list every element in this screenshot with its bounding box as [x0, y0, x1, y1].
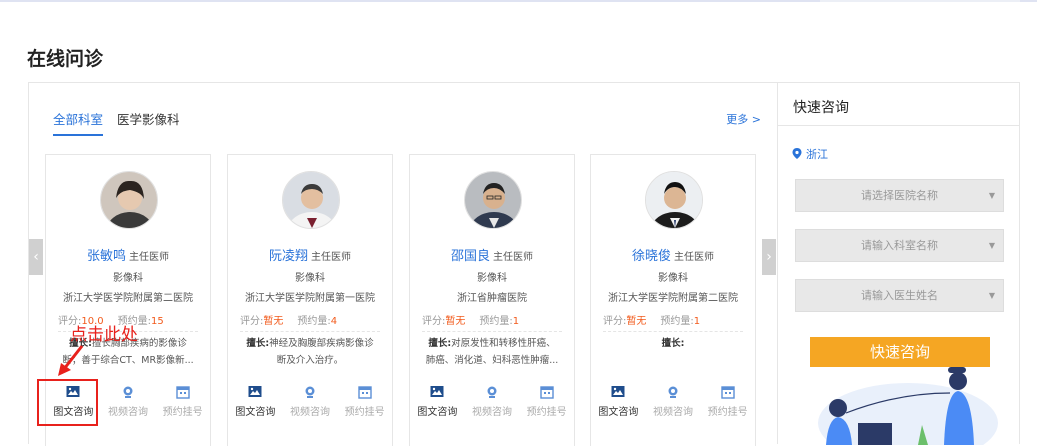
consultation-illustration — [818, 367, 998, 445]
doctor-hospital: 浙江大学医学院附属第一医院 — [245, 293, 375, 304]
more-link[interactable]: 更多 > — [726, 111, 761, 127]
caret-down-icon: ▼ — [988, 291, 995, 300]
rating-value: 暂无 — [263, 316, 284, 327]
caret-down-icon: ▼ — [988, 241, 995, 250]
department-input[interactable]: 请输入科室名称 ▼ — [795, 229, 1004, 262]
location-label: 浙江 — [806, 148, 828, 161]
calendar-icon — [357, 386, 372, 399]
booking-count: 15 — [151, 316, 164, 327]
doctor-department: 影像科 — [295, 273, 325, 284]
hospital-select[interactable]: 请选择医院名称 ▼ — [795, 179, 1004, 212]
doctor-avatar — [282, 171, 340, 229]
doctor-specialty: 擅长: — [661, 338, 685, 349]
book-appointment-button[interactable]: 预约挂号 — [700, 385, 755, 427]
image-text-consult-button[interactable]: 图文咨询 — [591, 385, 646, 427]
book-appointment-button[interactable]: 预约挂号 — [337, 385, 392, 427]
rating-value: 暂无 — [445, 316, 466, 327]
booking-count: 1 — [693, 316, 701, 327]
doctor-name[interactable]: 邵国良 — [451, 249, 490, 264]
service-bar: 图文咨询 视频咨询 预约挂号 — [410, 385, 574, 427]
doctor-department: 影像科 — [658, 273, 688, 284]
doctor-title: 主任医师 — [129, 252, 169, 263]
booking-count: 4 — [330, 316, 338, 327]
image-text-consult-button[interactable]: 图文咨询 — [410, 385, 465, 427]
doctor-name[interactable]: 张敏鸣 — [87, 249, 126, 264]
doctor-avatar — [645, 171, 703, 229]
caret-down-icon: ▼ — [988, 191, 995, 200]
carousel-prev-button[interactable]: ‹ — [29, 239, 43, 275]
video-consult-button[interactable]: 视频咨询 — [646, 385, 701, 427]
dept-tabs: 全部科室 医学影像科 — [53, 109, 180, 136]
doctor-stats: 评分:暂无 预约量:1 — [603, 312, 743, 332]
service-bar: 图文咨询 视频咨询 预约挂号 — [591, 385, 755, 427]
tab-medical-imaging[interactable]: 医学影像科 — [117, 109, 180, 128]
doctor-card[interactable]: 阮凌翔 主任医师 影像科 浙江大学医学院附属第一医院 评分:暂无 预约量:4 擅长:… — [227, 154, 393, 446]
red-arrow-icon — [58, 345, 84, 376]
doctor-hospital: 浙江大学医学院附属第二医院 — [63, 293, 193, 304]
doctor-stats: 评分:暂无 预约量:1 — [422, 312, 562, 332]
booking-count: 1 — [512, 316, 520, 327]
image-icon — [430, 386, 444, 397]
doctor-name[interactable]: 徐晓俊 — [632, 249, 671, 264]
side-divider — [778, 125, 1019, 126]
video-consult-button[interactable]: 视频咨询 — [465, 385, 520, 427]
camera-icon — [123, 386, 133, 398]
doctor-hospital: 浙江大学医学院附属第二医院 — [608, 293, 738, 304]
service-bar: 图文咨询 视频咨询 预约挂号 — [228, 385, 392, 427]
doctor-name[interactable]: 阮凌翔 — [269, 249, 308, 264]
doctor-title: 主任医师 — [311, 252, 351, 263]
tab-all-departments[interactable]: 全部科室 — [53, 109, 104, 136]
top-divider — [0, 0, 1037, 2]
rating-value: 暂无 — [626, 316, 647, 327]
book-appointment-button[interactable]: 预约挂号 — [519, 385, 574, 427]
calendar-icon — [539, 386, 554, 399]
page-title: 在线问诊 — [27, 48, 104, 70]
doctor-department: 影像科 — [477, 273, 507, 284]
doctor-card[interactable]: 徐晓俊 主任医师 影像科 浙江大学医学院附属第二医院 评分:暂无 预约量:1 擅长:… — [590, 154, 756, 446]
image-icon — [248, 386, 262, 397]
doctor-card[interactable]: 邵国良 主任医师 影像科 浙江省肿瘤医院 评分:暂无 预约量:1 擅长:对原发性和转… — [409, 154, 575, 446]
doctor-panel: 全部科室 医学影像科 更多 > ‹ › 张敏鸣 主任医师 影像科 浙江大学医学院附… — [28, 82, 777, 446]
doctor-department: 影像科 — [113, 273, 143, 284]
camera-icon — [487, 386, 497, 398]
location-selector[interactable]: 浙江 — [792, 146, 828, 162]
carousel-next-button[interactable]: › — [762, 239, 776, 275]
click-here-annotation: 点击此处 — [70, 325, 138, 345]
calendar-icon — [175, 386, 190, 399]
location-pin-icon — [792, 148, 802, 159]
doctor-specialty: 擅长:神经及胸腹部疾病影像诊 断及介入治疗。 — [246, 338, 374, 366]
book-appointment-button[interactable]: 预约挂号 — [155, 385, 210, 427]
video-consult-button[interactable]: 视频咨询 — [283, 385, 338, 427]
image-icon — [611, 386, 625, 397]
image-text-consult-button[interactable]: 图文咨询 — [228, 385, 283, 427]
doctor-stats: 评分:暂无 预约量:4 — [240, 312, 380, 332]
doctor-hospital: 浙江省肿瘤医院 — [457, 293, 527, 304]
calendar-icon — [720, 386, 735, 399]
camera-icon — [305, 386, 315, 398]
doctor-name-input[interactable]: 请输入医生姓名 ▼ — [795, 279, 1004, 312]
highlight-box — [37, 379, 98, 426]
quick-consult-title: 快速咨询 — [793, 100, 849, 116]
chevron-left-icon: ‹ — [33, 249, 39, 265]
doctor-avatar — [100, 171, 158, 229]
video-consult-button[interactable]: 视频咨询 — [101, 385, 156, 427]
chevron-right-icon: › — [766, 249, 772, 265]
quick-consult-panel: 快速咨询 浙江 请选择医院名称 ▼ 请输入科室名称 ▼ 请输入医生姓名 ▼ 快速咨询 — [777, 82, 1020, 445]
doctor-title: 主任医师 — [674, 252, 714, 263]
camera-icon — [668, 386, 678, 398]
doctor-avatar — [464, 171, 522, 229]
doctor-specialty: 擅长:对原发性和转移性肝癌、 肺癌、消化道、妇科恶性肿瘤... — [425, 338, 559, 366]
doctor-title: 主任医师 — [493, 252, 533, 263]
